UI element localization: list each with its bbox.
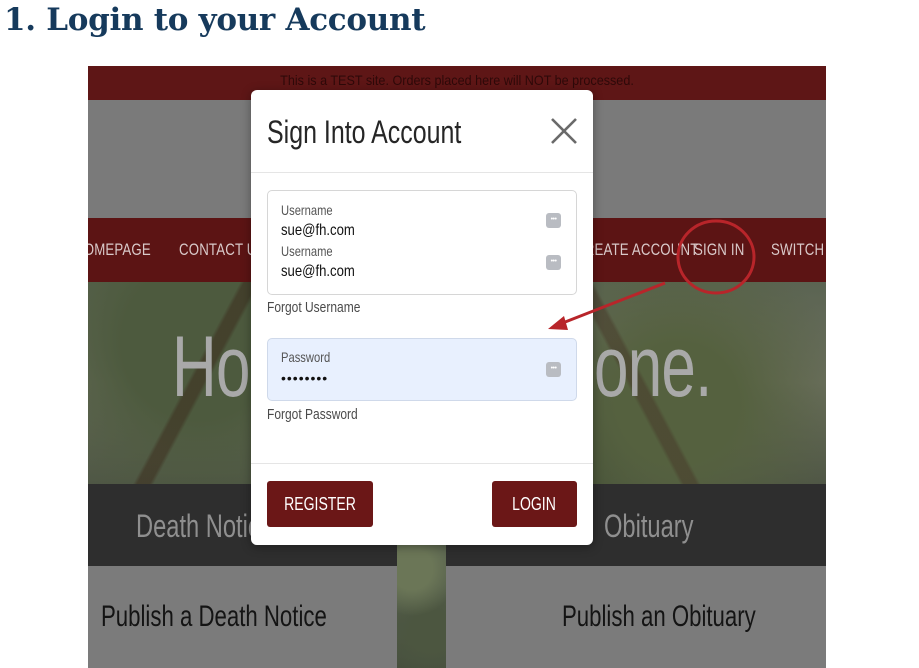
document-heading: 1. Login to your Account bbox=[4, 2, 426, 38]
password-value[interactable]: •••••••• bbox=[281, 370, 328, 386]
modal-header-divider bbox=[251, 172, 593, 173]
register-button[interactable]: REGISTER bbox=[267, 481, 373, 527]
forgot-password-link[interactable]: Forgot Password bbox=[267, 406, 358, 423]
login-button-label: LOGIN bbox=[512, 494, 557, 514]
username-value[interactable]: sue@fh.com bbox=[281, 222, 355, 240]
obituary-heading: Obituary bbox=[604, 508, 694, 544]
username-value-duplicate[interactable]: sue@fh.com bbox=[281, 263, 355, 281]
nav-sign-in[interactable]: SIGN IN bbox=[694, 240, 744, 260]
tree-photo-gap bbox=[397, 544, 446, 668]
death-notice-heading: Death Notic bbox=[136, 508, 260, 544]
close-icon[interactable] bbox=[548, 115, 580, 147]
modal-title: Sign Into Account bbox=[267, 114, 462, 150]
login-button[interactable]: LOGIN bbox=[492, 481, 577, 527]
password-field[interactable]: Password •••••••• bbox=[267, 338, 577, 401]
key-icon[interactable] bbox=[546, 212, 561, 228]
key-icon[interactable] bbox=[546, 361, 561, 377]
key-icon[interactable] bbox=[546, 254, 561, 270]
publish-death-notice-link[interactable]: Publish a Death Notice bbox=[101, 600, 327, 634]
register-button-label: REGISTER bbox=[284, 494, 356, 514]
username-field[interactable]: Username sue@fh.com Username sue@fh.com bbox=[267, 190, 577, 295]
username-label-duplicate: Username bbox=[281, 243, 333, 259]
publish-obituary-link[interactable]: Publish an Obituary bbox=[562, 600, 756, 634]
hero-text-right: one. bbox=[594, 319, 712, 415]
password-label: Password bbox=[281, 349, 331, 365]
nav-switch-site[interactable]: SWITCH SITE bbox=[771, 240, 826, 260]
modal-footer-divider bbox=[251, 463, 593, 464]
username-label: Username bbox=[281, 202, 333, 218]
nav-create-account[interactable]: CREATE ACCOUNT bbox=[575, 240, 699, 260]
nav-homepage[interactable]: HOMEPAGE bbox=[88, 240, 151, 260]
sign-in-modal: Sign Into Account Username sue@fh.com Us… bbox=[251, 90, 593, 545]
forgot-username-link[interactable]: Forgot Username bbox=[267, 299, 360, 316]
test-banner-text: This is a TEST site. Orders placed here … bbox=[280, 72, 634, 88]
